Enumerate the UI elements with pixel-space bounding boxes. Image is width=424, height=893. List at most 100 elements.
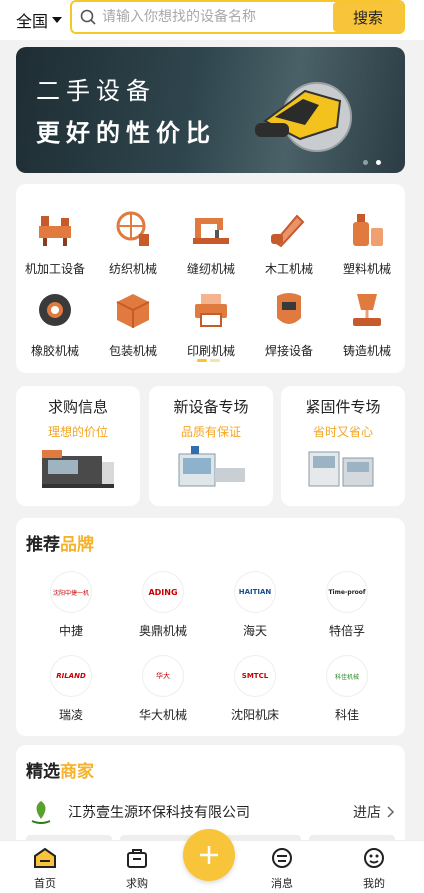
category-label: 塑料机械 xyxy=(342,262,391,276)
nav-label: 消息 xyxy=(271,877,293,890)
top-bar: 全国 搜索 xyxy=(0,0,424,40)
category-item-printing[interactable]: 印刷机械 xyxy=(172,290,250,359)
nav-buy[interactable]: 求购 xyxy=(109,847,165,891)
rubber-tire-icon xyxy=(39,294,71,326)
promo-title: 求购信息 xyxy=(47,398,108,416)
nav-home[interactable]: 首页 xyxy=(17,847,73,891)
region-selector[interactable]: 全国 xyxy=(16,8,63,32)
category-item-machining[interactable]: 机加工设备 xyxy=(16,208,94,277)
banner-pager xyxy=(363,160,381,165)
brand-logo: Time-proof xyxy=(327,572,367,612)
category-item-welding[interactable]: 焊接设备 xyxy=(250,290,328,359)
brand-item[interactable]: 科佳机械 科佳 xyxy=(302,656,392,723)
promo-banner[interactable]: 二手设备 更好的性价比 xyxy=(16,47,405,173)
package-box-icon xyxy=(116,294,150,328)
category-label: 机加工设备 xyxy=(24,262,85,276)
category-item-sewing[interactable]: 缝纫机械 xyxy=(172,208,250,277)
category-item-textile[interactable]: 纺织机械 xyxy=(94,208,172,277)
category-label: 缝纫机械 xyxy=(186,262,235,276)
enter-shop-link[interactable]: 进店 xyxy=(353,802,395,822)
category-item-casting[interactable]: 铸造机械 xyxy=(328,290,406,359)
category-item-packaging[interactable]: 包装机械 xyxy=(94,290,172,359)
fastener-machine-image xyxy=(308,451,374,487)
brand-name: 特倍孚 xyxy=(328,624,365,638)
merchant-name: 江苏壹生源环保科技有限公司 xyxy=(68,805,250,821)
category-item-rubber[interactable]: 橡胶机械 xyxy=(16,290,94,359)
shopping-bag-icon xyxy=(127,849,147,868)
promo-card-new-equipment[interactable]: 新设备专场 品质有保证 xyxy=(149,386,273,506)
category-label: 包装机械 xyxy=(108,344,157,358)
chevron-right-icon xyxy=(387,806,395,818)
brand-logo: RILAND xyxy=(51,656,91,696)
brand-name: 科佳 xyxy=(334,708,359,722)
brand-logo-text: 沈阳中捷一机 xyxy=(52,589,89,597)
section-title: 精选商家 xyxy=(26,757,94,782)
section-title: 推荐品牌 xyxy=(26,530,94,555)
search-button[interactable]: 搜索 xyxy=(333,2,403,32)
category-label: 木工机械 xyxy=(264,262,313,276)
merchant-row[interactable]: 江苏壹生源环保科技有限公司 进店 xyxy=(26,797,395,827)
caret-down-icon xyxy=(52,17,63,23)
promo-card-purchase[interactable]: 求购信息 理想的价位 xyxy=(16,386,140,506)
brand-item[interactable]: 沈阳中捷一机 中捷 xyxy=(26,572,116,639)
category-label: 印刷机械 xyxy=(186,344,235,358)
brand-item[interactable]: RILAND 瑞凌 xyxy=(26,656,116,723)
brand-logo-text: SMTCL xyxy=(241,672,269,680)
brand-logo-text: 华大 xyxy=(156,672,170,680)
brand-logo-text: ADING xyxy=(148,587,178,597)
brand-logo: HAITIAN xyxy=(235,572,275,612)
brand-logo-text: Time-proof xyxy=(328,588,366,596)
lathe-icon xyxy=(39,216,71,246)
nav-message[interactable]: 消息 xyxy=(254,847,310,891)
leaf-logo-icon xyxy=(31,801,51,824)
promo-subtitle: 品质有保证 xyxy=(180,425,241,439)
laser-machine-image xyxy=(42,450,114,488)
publish-button[interactable] xyxy=(183,829,235,881)
search-box: 搜索 xyxy=(70,0,405,34)
chainsaw-icon xyxy=(271,214,305,248)
section-title-b: 品牌 xyxy=(60,535,94,555)
category-label: 纺织机械 xyxy=(108,262,157,276)
brand-logo: 沈阳中捷一机 xyxy=(51,572,91,612)
search-input[interactable] xyxy=(102,6,332,28)
category-item-plastic[interactable]: 塑料机械 xyxy=(328,208,406,277)
promo-title: 紧固件专场 xyxy=(305,398,381,416)
nav-label: 我的 xyxy=(363,877,385,890)
brand-logo: SMTCL xyxy=(235,656,275,696)
nav-label: 首页 xyxy=(34,877,56,890)
circular-saw-icon xyxy=(255,82,352,152)
brand-logo: 华大 xyxy=(143,656,183,696)
brand-item[interactable]: 华大 华大机械 xyxy=(118,656,208,723)
brand-logo: ADING xyxy=(143,572,183,612)
brand-item[interactable]: Time-proof 特倍孚 xyxy=(302,572,392,639)
category-label: 铸造机械 xyxy=(342,344,391,358)
plastic-bottle-icon xyxy=(353,214,383,246)
search-icon xyxy=(80,9,96,25)
smiley-icon xyxy=(364,848,384,868)
pager-dot-active[interactable] xyxy=(376,160,381,165)
brand-name: 沈阳机床 xyxy=(230,708,279,722)
pager-bar-active xyxy=(197,359,207,362)
brand-name: 瑞凌 xyxy=(58,708,83,722)
enter-shop-label: 进店 xyxy=(353,805,381,821)
promo-title: 新设备专场 xyxy=(173,398,249,416)
section-title-a: 推荐 xyxy=(26,535,60,555)
brand-item[interactable]: ADING 奥鼎机械 xyxy=(118,572,208,639)
brand-item[interactable]: SMTCL 沈阳机床 xyxy=(210,656,300,723)
pager-dot[interactable] xyxy=(363,160,368,165)
promo-subtitle: 省时又省心 xyxy=(312,425,373,439)
region-label: 全国 xyxy=(16,12,49,31)
nav-mine[interactable]: 我的 xyxy=(346,847,402,891)
section-title-a: 精选 xyxy=(26,762,60,782)
brand-section: 推荐品牌 沈阳中捷一机 中捷 ADING 奥鼎机械 HAITIAN 海天 Tim… xyxy=(16,518,405,736)
message-icon xyxy=(272,848,292,868)
printer-icon xyxy=(195,294,227,327)
promo-subtitle: 理想的价位 xyxy=(47,425,108,439)
category-item-woodwork[interactable]: 木工机械 xyxy=(250,208,328,277)
welding-mask-icon xyxy=(277,293,301,324)
promo-card-fasteners[interactable]: 紧固件专场 省时又省心 xyxy=(281,386,405,506)
pager-bar xyxy=(210,359,220,362)
brand-item[interactable]: HAITIAN 海天 xyxy=(210,572,300,639)
section-title-b: 商家 xyxy=(60,762,94,782)
brand-name: 华大机械 xyxy=(138,708,187,722)
